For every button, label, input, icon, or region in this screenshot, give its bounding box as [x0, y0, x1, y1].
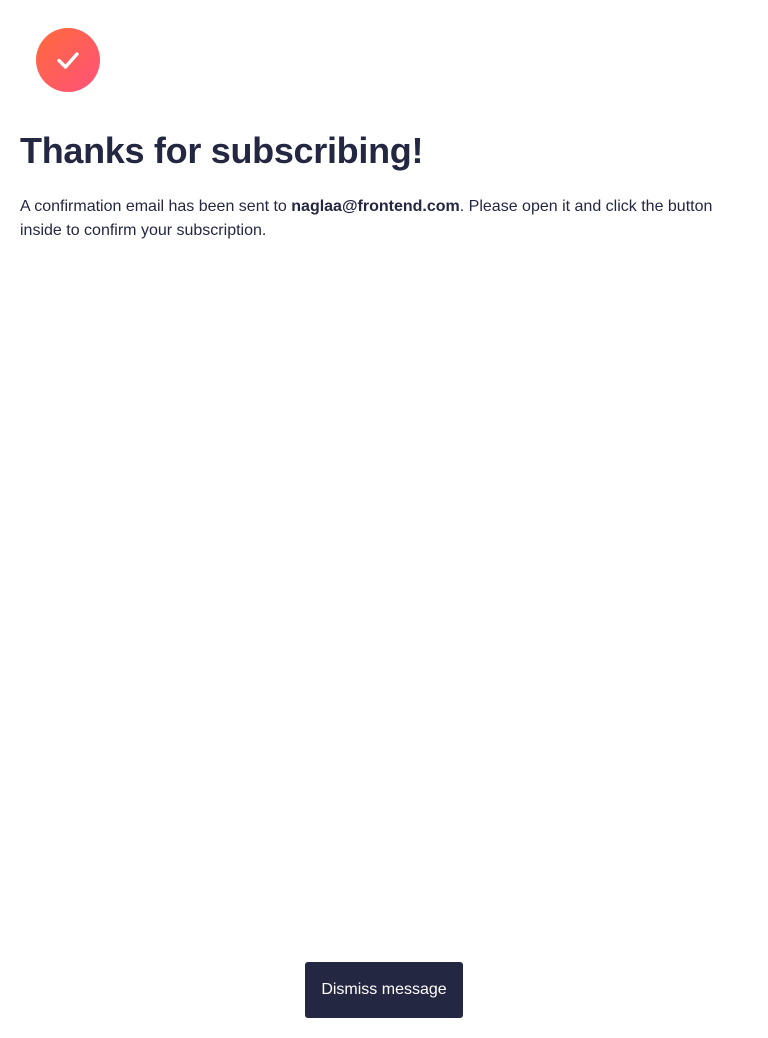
subscription-success-page: Thanks for subscribing! A confirmation e…	[0, 0, 768, 1038]
confirmation-message: A confirmation email has been sent to na…	[20, 195, 740, 243]
email-address: naglaa@frontend.com	[291, 198, 460, 215]
message-prefix: A confirmation email has been sent to	[20, 198, 292, 215]
page-title: Thanks for subscribing!	[20, 130, 424, 171]
success-badge	[36, 28, 100, 92]
dismiss-button[interactable]: Dismiss message	[305, 962, 463, 1018]
checkmark-icon	[57, 52, 79, 69]
